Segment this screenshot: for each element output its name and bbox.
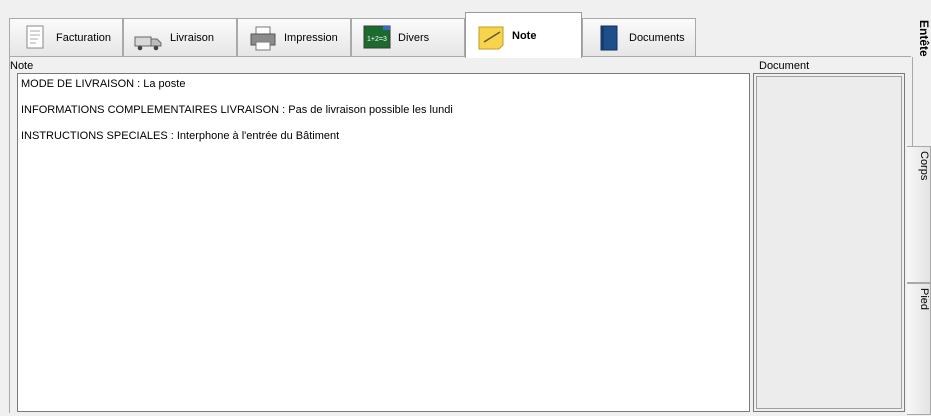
tab-divers[interactable]: 1+2=3 Divers	[351, 18, 465, 56]
side-tab-label: Pied	[918, 288, 930, 311]
section-tabstrip: Facturation Livraison Impression 1+2=3 D…	[9, 12, 911, 58]
document-panel-inner	[756, 76, 902, 409]
tab-documents[interactable]: Documents	[582, 18, 696, 56]
side-tab-corps[interactable]: Corps	[907, 146, 931, 283]
tab-facturation[interactable]: Facturation	[9, 18, 123, 56]
side-tab-label: Corps	[918, 151, 930, 181]
document-panel[interactable]	[753, 73, 905, 412]
invoice-icon	[26, 25, 44, 48]
tab-label: Documents	[629, 31, 685, 44]
tab-label: Impression	[284, 31, 338, 44]
tab-note[interactable]: Note	[465, 12, 582, 58]
tab-label: Divers	[398, 31, 430, 44]
tab-impression[interactable]: Impression	[237, 18, 351, 56]
tab-label: Note	[512, 29, 537, 42]
chalkboard-icon: 1+2=3	[363, 25, 391, 48]
printer-icon	[250, 26, 276, 50]
truck-icon	[134, 36, 162, 50]
note-line: MODE DE LIVRAISON : La poste	[21, 78, 186, 90]
book-icon	[600, 25, 618, 50]
document-label: Document	[759, 60, 810, 72]
sticky-note-icon	[478, 26, 504, 49]
note-line: INSTRUCTIONS SPECIALES : Interphone à l'…	[21, 130, 340, 142]
note-label: Note	[10, 60, 34, 72]
side-tab-pied[interactable]: Pied	[907, 283, 931, 415]
tab-livraison[interactable]: Livraison	[123, 18, 237, 56]
note-textarea[interactable]: MODE DE LIVRAISON : La poste INFORMATION…	[17, 73, 750, 412]
tab-label: Livraison	[170, 31, 215, 44]
note-line: INFORMATIONS COMPLEMENTAIRES LIVRAISON :…	[21, 104, 453, 116]
side-title-entete: Entête	[917, 20, 931, 57]
svg-text:1+2=3: 1+2=3	[367, 36, 387, 43]
tab-label: Facturation	[56, 31, 112, 44]
